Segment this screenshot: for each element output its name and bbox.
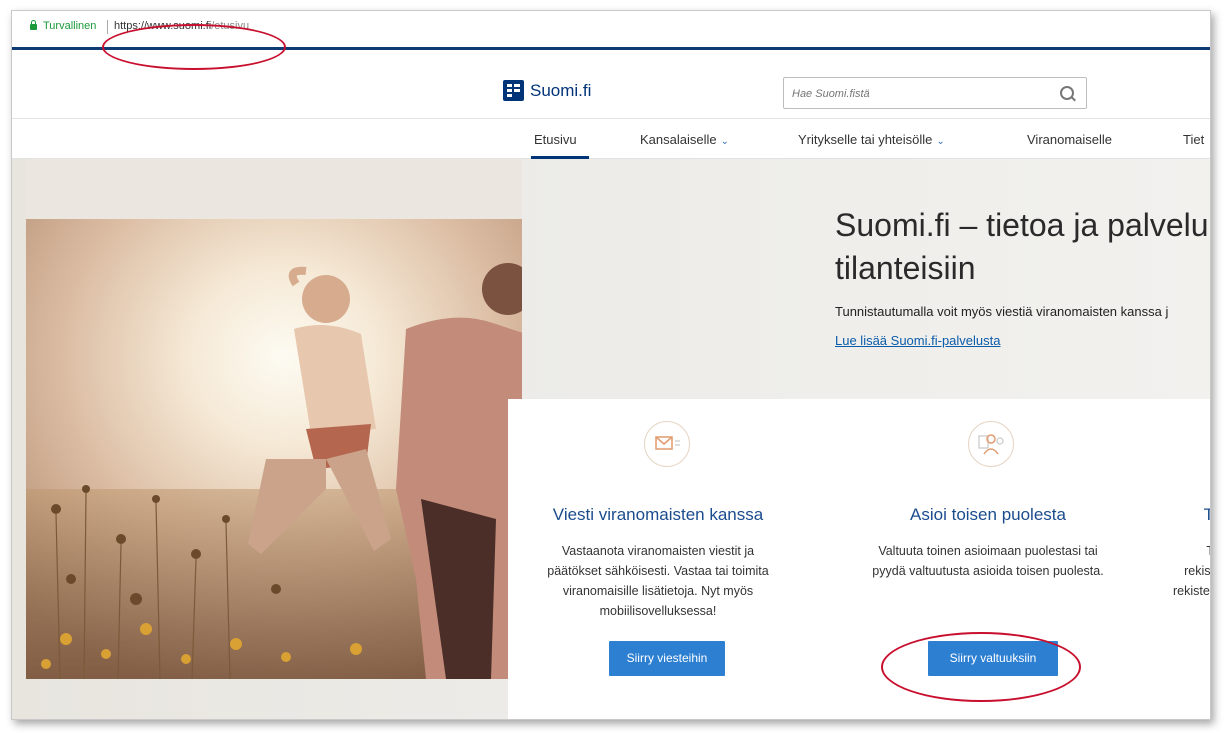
nav-item-label: Yritykselle tai yhteisölle xyxy=(798,132,933,147)
lock-icon xyxy=(30,20,37,30)
hero-title-line2: tilanteisiin xyxy=(835,250,976,286)
card-text-line: Vastaanota viranomaisten viestit ja xyxy=(561,544,755,558)
envelope-icon xyxy=(644,421,690,467)
go-to-authorizations-button[interactable]: Siirry valtuuksiin xyxy=(928,641,1058,676)
url-path: /etusivu xyxy=(211,20,250,32)
secure-label: Turvallinen xyxy=(43,20,97,32)
service-card-messages: Viesti viranomaisten kanssa Vastaanota v… xyxy=(508,399,828,719)
url-text[interactable]: https://www.suomi.fi/etusivu xyxy=(114,20,249,32)
read-more-link[interactable]: Lue lisää Suomi.fi-palvelusta xyxy=(835,333,1000,348)
card-text-line: rekist xyxy=(1184,564,1211,578)
card-text-line: rekister xyxy=(1173,584,1211,598)
card-text-line: pyydä valtuutusta asioida toisen puolest… xyxy=(872,564,1104,578)
nav-item-etusivu[interactable]: Etusivu xyxy=(534,132,577,147)
main-navigation: Etusivu Kansalaiselle ⌄ Yritykselle tai y… xyxy=(12,118,1210,159)
site-header: Suomi.fi xyxy=(12,50,1210,119)
card-text-line: Valtuuta toinen asioimaan puolestasi tai xyxy=(878,544,1098,558)
card-title: Viesti viranomaisten kanssa xyxy=(552,505,764,524)
card-description: Vastaanota viranomaisten viestit ja päät… xyxy=(498,541,818,621)
card-text-line: viranomaisille lisätietoja. Nyt myös xyxy=(562,584,754,598)
card-title: Asioi toisen puolesta xyxy=(910,505,1066,524)
screenshot-frame: Turvallinen https://www.suomi.fi/etusivu… xyxy=(11,10,1211,720)
service-card-authorizations: Asioi toisen puolesta Valtuuta toinen as… xyxy=(828,399,1148,719)
nav-item-kansalaiselle[interactable]: Kansalaiselle ⌄ xyxy=(640,132,729,147)
nav-item-label: Viranomaiselle xyxy=(1027,132,1113,147)
search-icon[interactable] xyxy=(1060,86,1074,100)
nav-item-label: Etusivu xyxy=(534,132,577,147)
people-icon xyxy=(968,421,1014,467)
card-text-line: mobiilisovelluksessa! xyxy=(599,604,717,618)
nav-item-yritykselle[interactable]: Yritykselle tai yhteisölle ⌄ xyxy=(798,132,945,147)
nav-item-label: Kansalaiselle xyxy=(640,132,717,147)
service-card-partial: T T rekist rekister xyxy=(1148,399,1210,719)
logo-text[interactable]: Suomi.fi xyxy=(530,81,591,101)
nav-item-tiet[interactable]: Tiet xyxy=(1183,132,1204,147)
hero-photo xyxy=(26,159,522,679)
hero-description: Tunnistautumalla voit myös viestiä viran… xyxy=(835,304,1169,319)
service-cards: Viesti viranomaisten kanssa Vastaanota v… xyxy=(508,399,1210,719)
address-separator xyxy=(107,20,108,34)
search-box[interactable] xyxy=(783,77,1087,109)
url-host: https://www.suomi.fi xyxy=(114,20,212,32)
card-title: T xyxy=(1204,505,1210,525)
chevron-down-icon: ⌄ xyxy=(720,136,729,147)
hero-title: Suomi.fi – tietoa ja palvelu tilanteisii… xyxy=(835,204,1209,290)
card-text-line: päätökset sähköisesti. Vastaa tai toimit… xyxy=(547,564,769,578)
search-input[interactable] xyxy=(790,83,1054,105)
hero-title-line1: Suomi.fi – tietoa ja palvelu xyxy=(835,207,1209,243)
go-to-messages-button[interactable]: Siirry viesteihin xyxy=(609,641,725,676)
card-description: T rekist rekister xyxy=(1152,541,1211,601)
card-description: Valtuuta toinen asioimaan puolestasi tai… xyxy=(828,541,1148,581)
nav-item-label: Tiet xyxy=(1183,132,1205,147)
hero-section: Suomi.fi – tietoa ja palvelu tilanteisii… xyxy=(12,159,1210,719)
chevron-down-icon: ⌄ xyxy=(936,136,945,147)
address-bar[interactable]: Turvallinen https://www.suomi.fi/etusivu xyxy=(12,11,1210,47)
nav-item-viranomaiselle[interactable]: Viranomaiselle xyxy=(1027,132,1112,147)
suomi-logo-icon[interactable] xyxy=(503,80,524,101)
card-text-line: T xyxy=(1152,541,1210,561)
